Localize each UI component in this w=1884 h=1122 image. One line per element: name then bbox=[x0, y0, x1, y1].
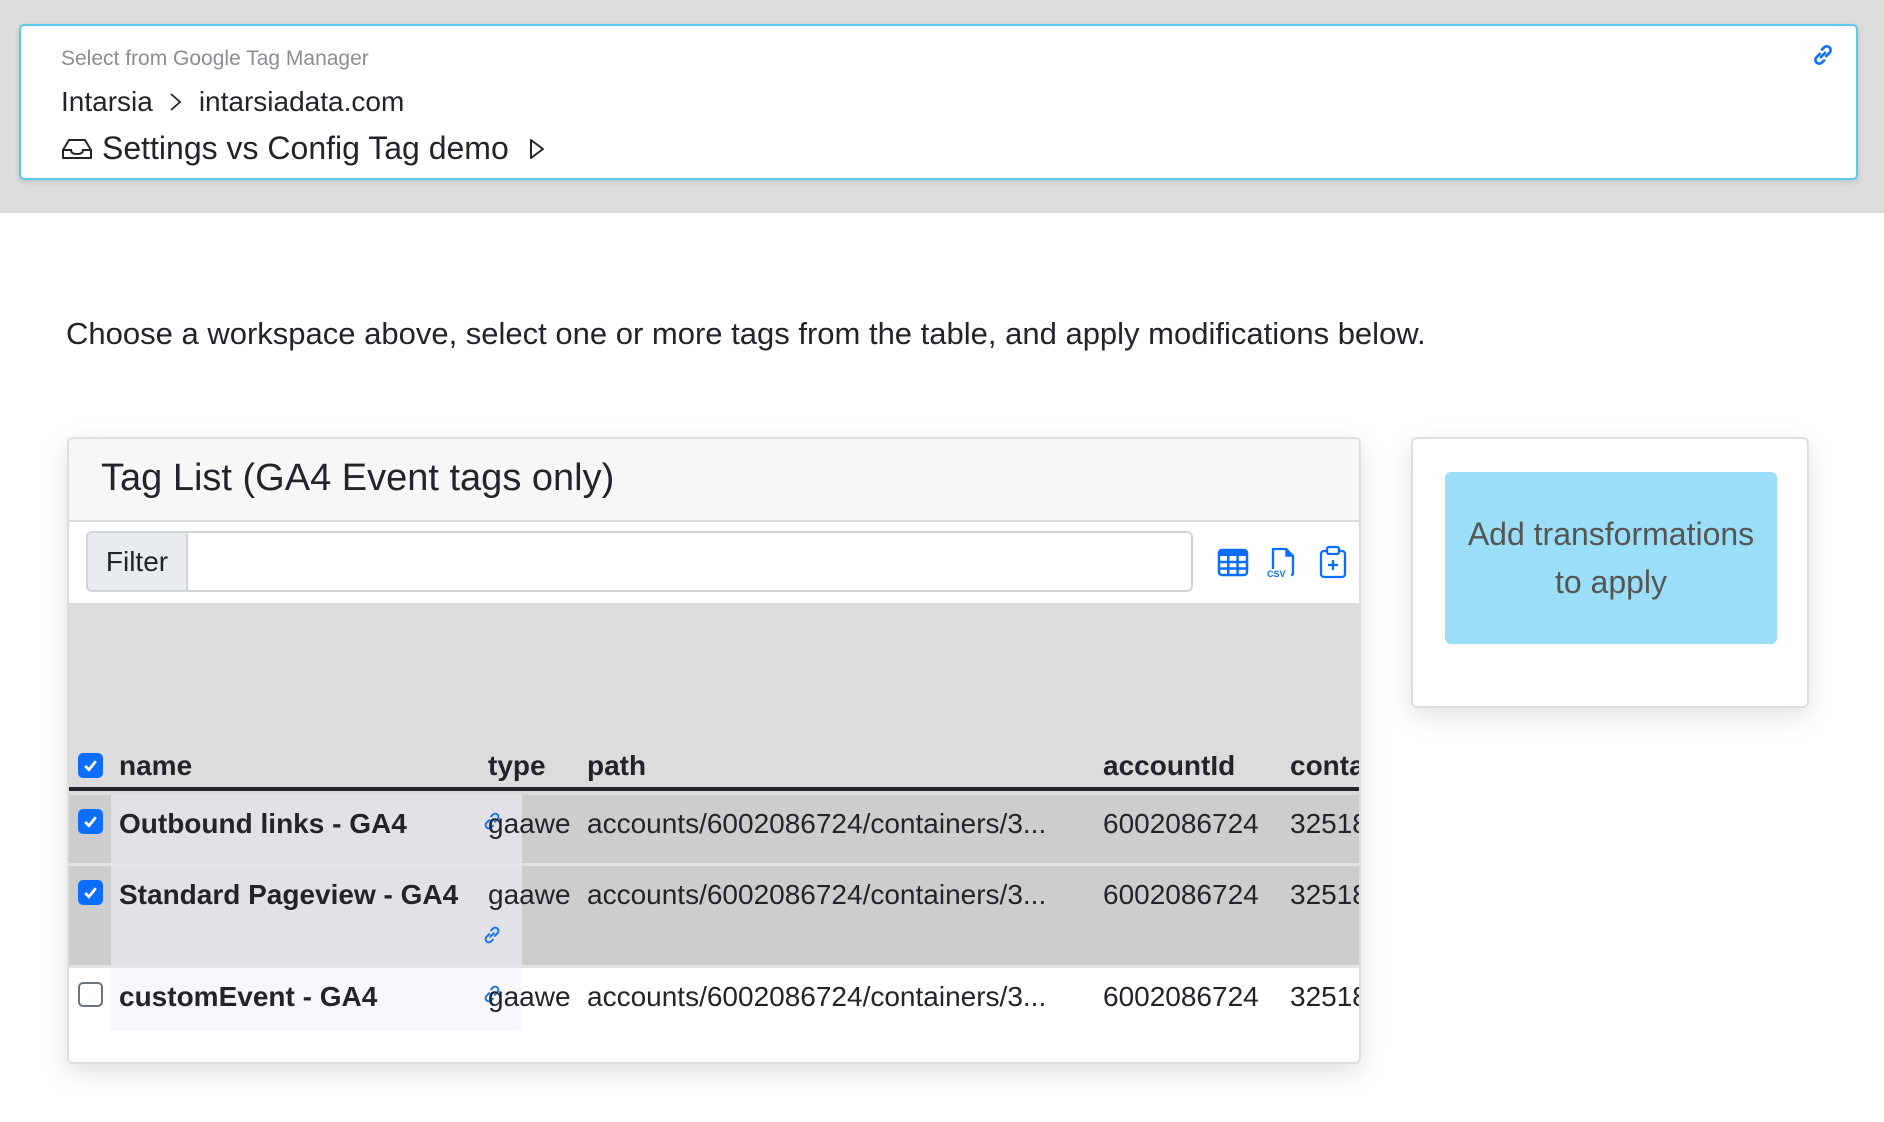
link-icon[interactable] bbox=[481, 924, 503, 946]
filter-label: Filter bbox=[88, 533, 188, 590]
table-toolbar: CSV bbox=[1217, 545, 1349, 579]
tag-type: gaawe bbox=[488, 879, 571, 910]
add-transformations-button[interactable]: Add transformations to apply bbox=[1445, 472, 1777, 644]
table-row[interactable]: Outbound links - GA4 gaawe accounts/6002… bbox=[69, 795, 1361, 866]
tag-table: name type path accountId conta Outbound … bbox=[69, 603, 1361, 1031]
tag-name: Standard Pageview - GA4 bbox=[119, 879, 459, 910]
table-row[interactable]: customEvent - GA4 gaawe accounts/6002086… bbox=[69, 968, 1361, 1031]
tag-type: gaawe bbox=[488, 981, 571, 1012]
tag-name: Outbound links - GA4 bbox=[119, 808, 407, 839]
column-header-containerid[interactable]: conta bbox=[1290, 750, 1359, 782]
table-icon[interactable] bbox=[1217, 545, 1249, 579]
svg-text:CSV: CSV bbox=[1267, 569, 1286, 579]
checkmark-icon bbox=[84, 887, 97, 899]
link-icon[interactable] bbox=[1810, 42, 1836, 68]
filter-input[interactable] bbox=[188, 533, 1191, 590]
row-checkbox[interactable] bbox=[78, 809, 103, 834]
tag-account-id: 6002086724 bbox=[1103, 879, 1259, 910]
gtm-selector-band: Select from Google Tag Manager Intarsia … bbox=[0, 0, 1884, 213]
card-header: Tag List (GA4 Event tags only) bbox=[69, 439, 1359, 522]
tag-list-card: Tag List (GA4 Event tags only) Filter CS… bbox=[67, 437, 1361, 1064]
play-triangle-icon[interactable] bbox=[527, 136, 547, 162]
workspace-selector[interactable]: Settings vs Config Tag demo bbox=[61, 130, 547, 167]
tag-name: customEvent - GA4 bbox=[119, 981, 378, 1012]
tag-type: gaawe bbox=[488, 808, 571, 839]
breadcrumb-container[interactable]: intarsiadata.com bbox=[199, 86, 404, 118]
gtm-caption: Select from Google Tag Manager bbox=[61, 47, 369, 70]
filter-group: Filter bbox=[86, 531, 1193, 592]
gtm-selector-box[interactable]: Select from Google Tag Manager Intarsia … bbox=[19, 24, 1858, 180]
breadcrumb-account[interactable]: Intarsia bbox=[61, 86, 153, 118]
tag-path: accounts/6002086724/containers/3... bbox=[587, 808, 1047, 839]
checkmark-icon bbox=[84, 816, 97, 828]
row-checkbox[interactable] bbox=[78, 880, 103, 905]
tag-account-id: 6002086724 bbox=[1103, 808, 1259, 839]
column-header-name[interactable]: name bbox=[119, 750, 192, 782]
column-header-type[interactable]: type bbox=[488, 750, 546, 782]
card-footer bbox=[69, 1031, 1359, 1062]
transformations-panel: Add transformations to apply bbox=[1411, 437, 1809, 708]
instructions-text: Choose a workspace above, select one or … bbox=[66, 316, 1426, 351]
workspace-name: Settings vs Config Tag demo bbox=[102, 130, 509, 166]
csv-file-icon[interactable]: CSV bbox=[1267, 545, 1299, 579]
row-checkbox[interactable] bbox=[78, 982, 103, 1007]
inbox-icon bbox=[62, 138, 92, 159]
tag-container-id: 32518 bbox=[1290, 808, 1361, 839]
breadcrumb: Intarsia intarsiadata.com bbox=[61, 86, 404, 118]
checkmark-icon bbox=[84, 760, 97, 772]
clipboard-add-icon[interactable] bbox=[1317, 545, 1349, 579]
tag-container-id: 32518 bbox=[1290, 879, 1361, 910]
chevron-right-icon bbox=[170, 93, 182, 111]
card-title: Tag List (GA4 Event tags only) bbox=[101, 457, 615, 499]
tag-path: accounts/6002086724/containers/3... bbox=[587, 981, 1047, 1012]
table-header: name type path accountId conta bbox=[69, 603, 1359, 791]
table-row[interactable]: Standard Pageview - GA4 gaawe accounts/6… bbox=[69, 866, 1361, 968]
tag-path: accounts/6002086724/containers/3... bbox=[587, 879, 1047, 910]
tag-container-id: 32518 bbox=[1290, 981, 1361, 1012]
column-header-accountid[interactable]: accountId bbox=[1103, 750, 1235, 782]
column-header-path[interactable]: path bbox=[587, 750, 646, 782]
select-all-checkbox[interactable] bbox=[78, 753, 103, 778]
tag-account-id: 6002086724 bbox=[1103, 981, 1259, 1012]
